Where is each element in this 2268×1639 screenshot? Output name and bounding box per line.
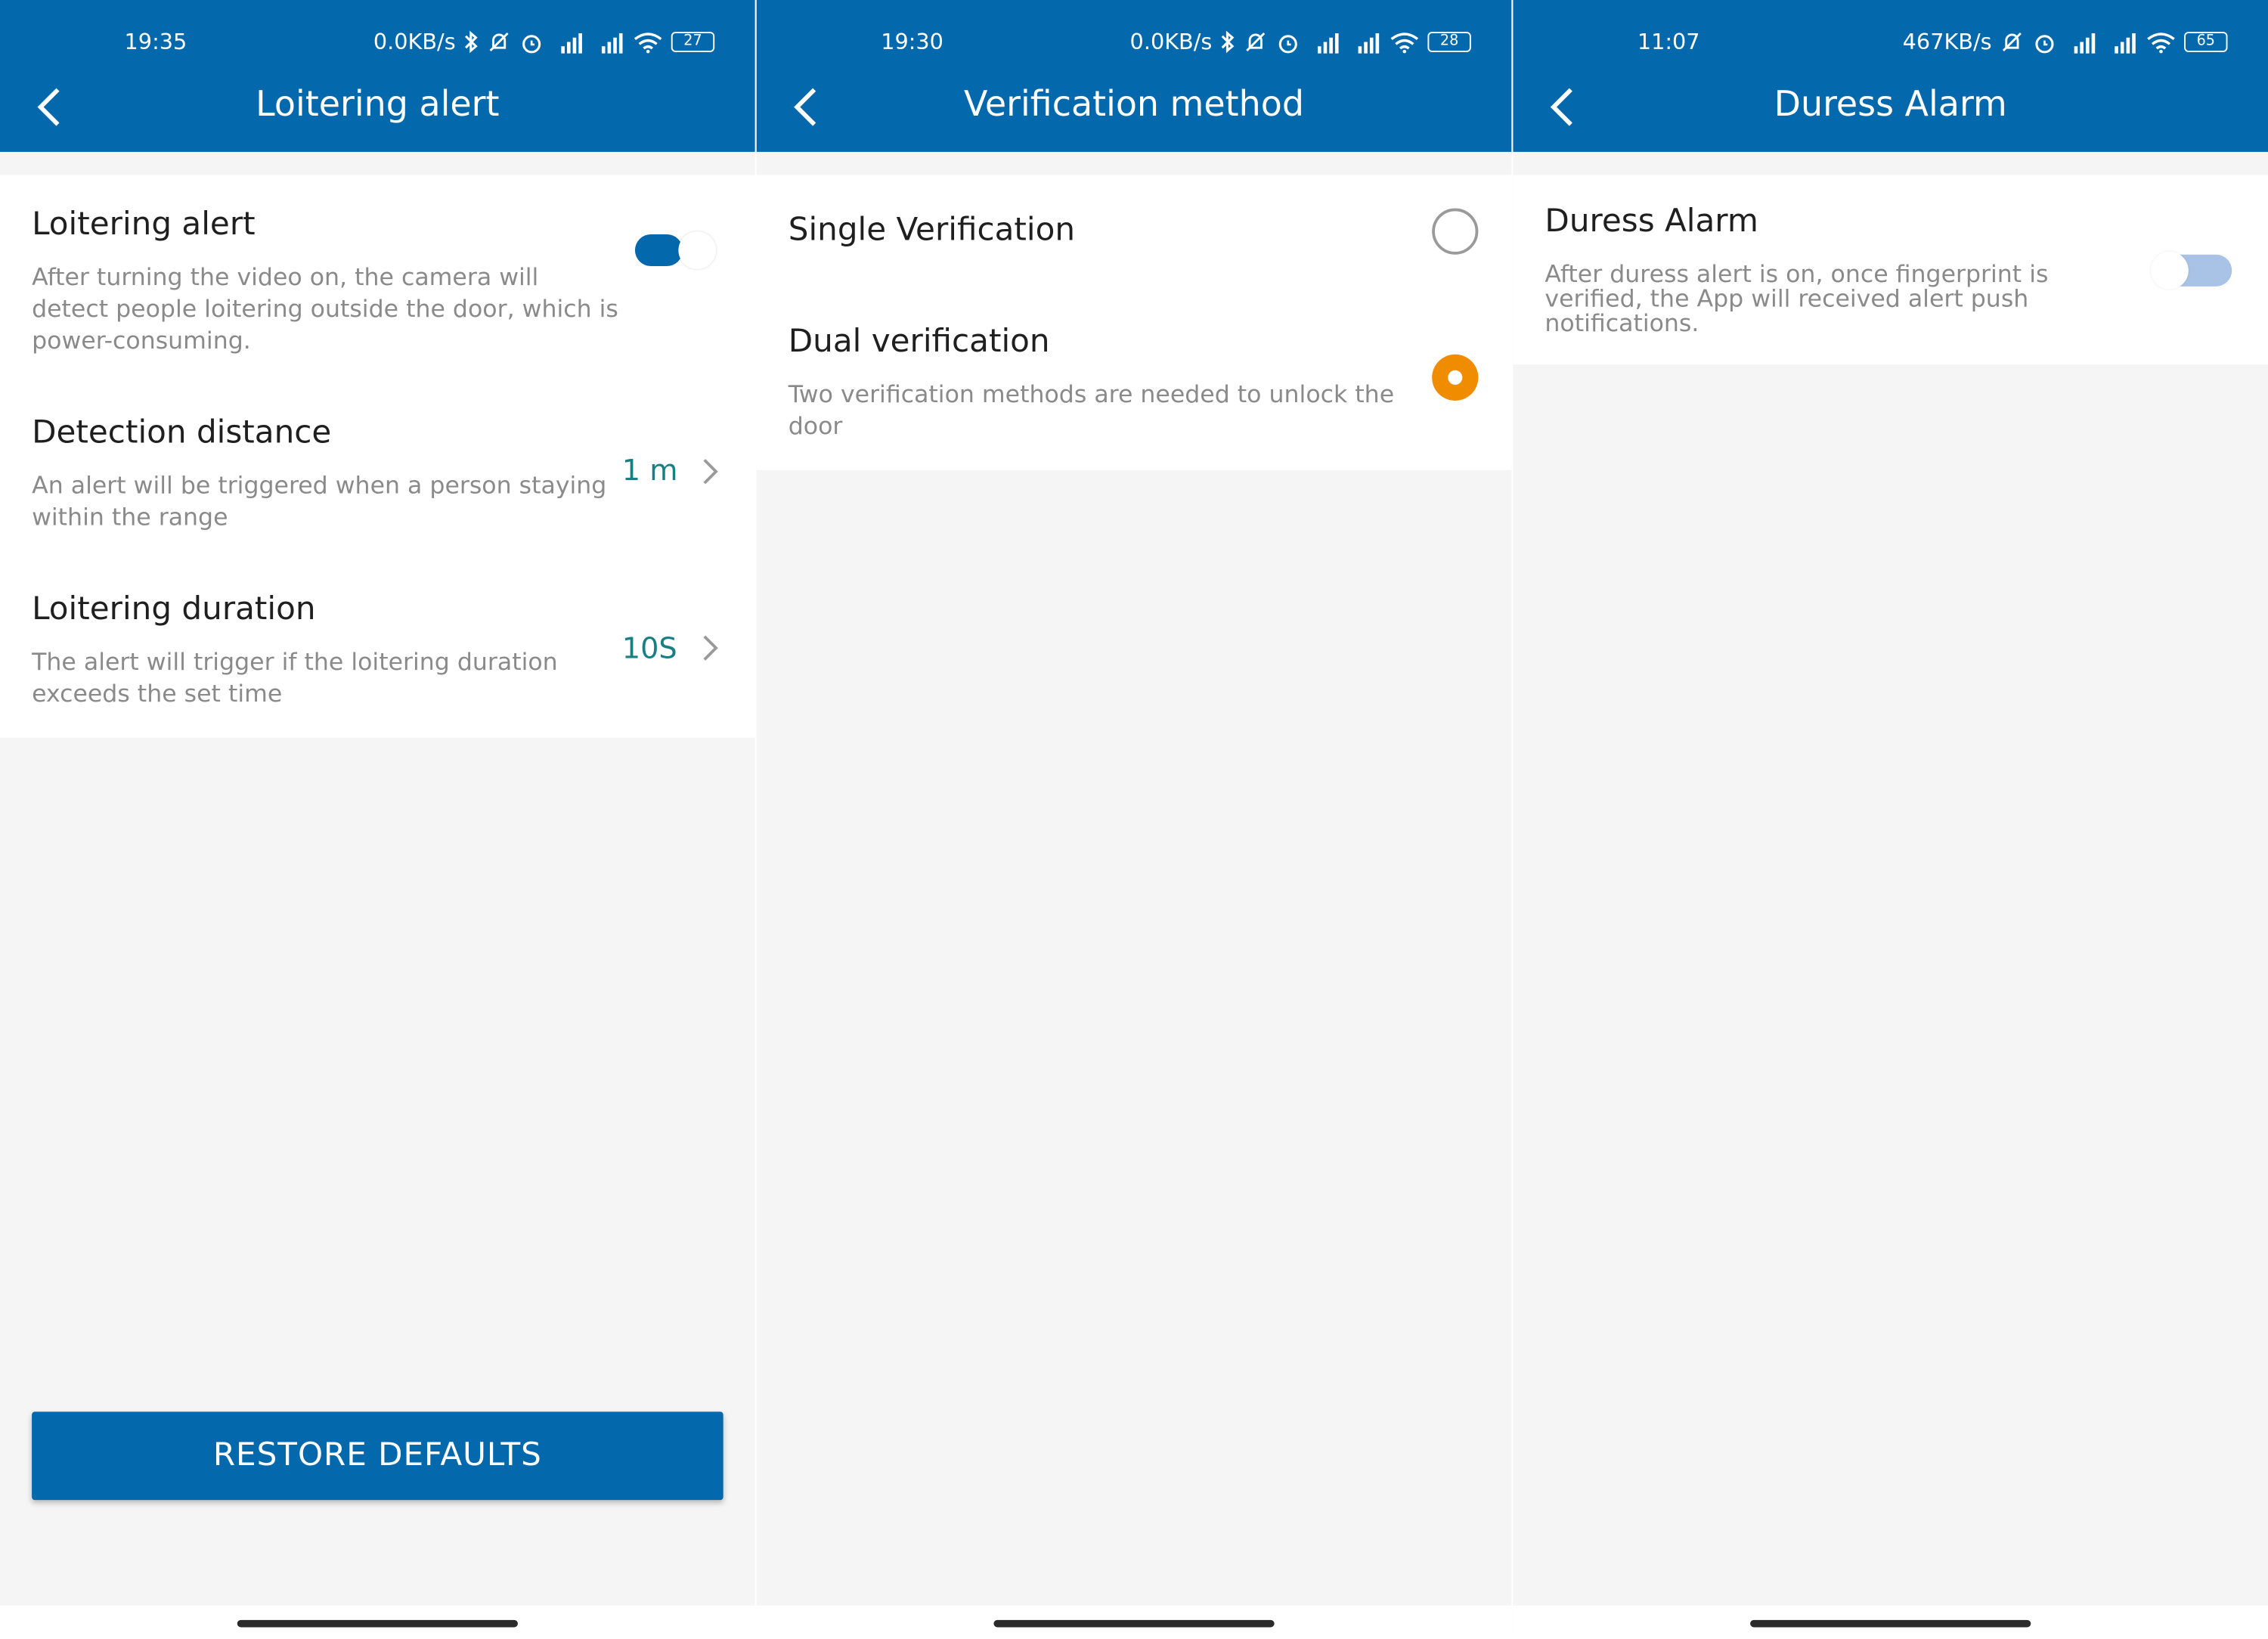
- verification-options-card: Single Verification Dual verification Tw…: [756, 175, 1512, 470]
- page-title: Loitering alert: [256, 83, 500, 125]
- signal-icon: [2074, 33, 2096, 53]
- single-verification-radio[interactable]: [1432, 208, 1479, 255]
- mute-icon: [2002, 32, 2022, 51]
- option-desc-line: door: [788, 412, 843, 440]
- settings-card: Loitering alert After turning the video …: [0, 175, 755, 738]
- alarm-icon: [2035, 34, 2054, 53]
- duress-alarm-row: Duress Alarm After duress alert is on, o…: [1545, 204, 2236, 349]
- network-speed: 0.0KB/s: [1129, 29, 1213, 55]
- duress-alarm-toggle[interactable]: [2146, 250, 2236, 291]
- page-title: Duress Alarm: [1774, 83, 2007, 125]
- status-bar: 19:30 0.0KB/s 28: [757, 29, 1512, 60]
- loitering-alert-row: Loitering alert After turning the video …: [32, 204, 723, 363]
- status-icons: 467KB/s 65: [1902, 29, 2228, 55]
- row-desc-line: The alert will trigger if the loitering …: [32, 648, 558, 676]
- wifi-icon: [2147, 32, 2175, 53]
- page-title: Verification method: [964, 83, 1304, 125]
- network-speed: 0.0KB/s: [373, 29, 456, 55]
- alarm-icon: [1278, 34, 1297, 53]
- battery-icon: 27: [671, 32, 715, 52]
- signal-icon: [2115, 33, 2136, 53]
- app-bar: 11:07 467KB/s 65 Duress Alarm: [1513, 0, 2268, 152]
- row-desc-line: within the range: [32, 503, 228, 531]
- home-indicator-area: [756, 1605, 1512, 1639]
- chevron-right-icon: [703, 459, 718, 485]
- status-bar: 11:07 467KB/s 65: [1513, 29, 2268, 60]
- row-desc-line: verified, the App will received alert pu…: [1545, 284, 2029, 313]
- row-desc-line: An alert will be triggered when a person…: [32, 471, 607, 500]
- signal-icon: [1318, 33, 1339, 53]
- app-bar: 19:35 0.0KB/s 27 Loitering alert: [0, 0, 755, 152]
- bluetooth-icon: [465, 30, 478, 54]
- wifi-icon: [634, 32, 662, 53]
- row-desc-line: After turning the video on, the camera w…: [32, 263, 539, 291]
- status-time: 19:35: [124, 29, 187, 55]
- row-desc-line: notifications.: [1545, 309, 1699, 337]
- network-speed: 467KB/s: [1902, 29, 1992, 55]
- row-title: Loitering duration: [32, 591, 316, 628]
- row-title: Detection distance: [32, 415, 332, 451]
- bluetooth-icon: [1221, 30, 1235, 54]
- home-indicator-area: [0, 1605, 755, 1639]
- distance-value: 1 m: [621, 452, 678, 488]
- detection-distance-row[interactable]: Detection distance An alert will be trig…: [32, 412, 723, 542]
- loitering-alert-toggle[interactable]: [631, 230, 720, 271]
- battery-level: 65: [2196, 33, 2215, 50]
- wifi-icon: [1390, 32, 1419, 53]
- dual-verification-radio[interactable]: [1432, 354, 1479, 401]
- status-time: 11:07: [1637, 29, 1700, 55]
- loitering-duration-row[interactable]: Loitering duration The alert will trigge…: [32, 589, 723, 719]
- battery-icon: 28: [1427, 32, 1471, 52]
- mute-icon: [489, 32, 509, 51]
- status-icons: 0.0KB/s 28: [1129, 29, 1471, 55]
- row-desc-line: power-consuming.: [32, 327, 251, 355]
- verification-method-screen: 19:30 0.0KB/s 28 Verification method Sin…: [756, 0, 1512, 1639]
- mute-icon: [1246, 32, 1266, 51]
- signal-icon: [601, 33, 623, 53]
- duress-alarm-card: Duress Alarm After duress alert is on, o…: [1513, 175, 2268, 365]
- loitering-alert-screen: 19:35 0.0KB/s 27 Loitering alert Loiteri…: [0, 0, 755, 1639]
- home-indicator[interactable]: [1750, 1619, 2031, 1628]
- row-title: Duress Alarm: [1545, 203, 1758, 240]
- restore-defaults-button[interactable]: RESTORE DEFAULTS: [32, 1411, 723, 1501]
- row-desc-line: exceeds the set time: [32, 680, 283, 708]
- signal-icon: [561, 33, 582, 53]
- status-bar: 19:35 0.0KB/s 27: [0, 29, 755, 60]
- status-time: 19:30: [881, 29, 943, 55]
- app-bar: 19:30 0.0KB/s 28 Verification method: [756, 0, 1512, 152]
- option-desc-line: Two verification methods are needed to u…: [788, 380, 1395, 408]
- radio-dot: [1448, 370, 1463, 385]
- status-icons: 0.0KB/s 27: [373, 29, 715, 55]
- single-verification-option[interactable]: Single Verification: [789, 175, 1480, 288]
- battery-level: 28: [1439, 33, 1459, 50]
- alarm-icon: [522, 34, 541, 53]
- row-title: Loitering alert: [32, 206, 256, 243]
- dual-verification-option[interactable]: Dual verification Two verification metho…: [789, 317, 1480, 461]
- row-desc-line: After duress alert is on, once fingerpri…: [1545, 260, 2049, 288]
- chevron-right-icon: [703, 635, 718, 661]
- duration-value: 10S: [621, 631, 677, 666]
- duress-alarm-screen: 11:07 467KB/s 65 Duress Alarm Duress Ala…: [1513, 0, 2268, 1639]
- battery-icon: 65: [2184, 32, 2228, 52]
- home-indicator-area: [1513, 1605, 2268, 1639]
- home-indicator[interactable]: [993, 1619, 1275, 1628]
- battery-level: 27: [683, 33, 702, 50]
- signal-icon: [1358, 33, 1380, 53]
- screenshot-root: 19:35 0.0KB/s 27 Loitering alert Loiteri…: [0, 0, 2268, 1639]
- home-indicator[interactable]: [237, 1619, 518, 1628]
- option-title: Dual verification: [788, 324, 1050, 361]
- option-title: Single Verification: [788, 212, 1076, 249]
- row-desc-line: detect people loitering outside the door…: [32, 295, 618, 323]
